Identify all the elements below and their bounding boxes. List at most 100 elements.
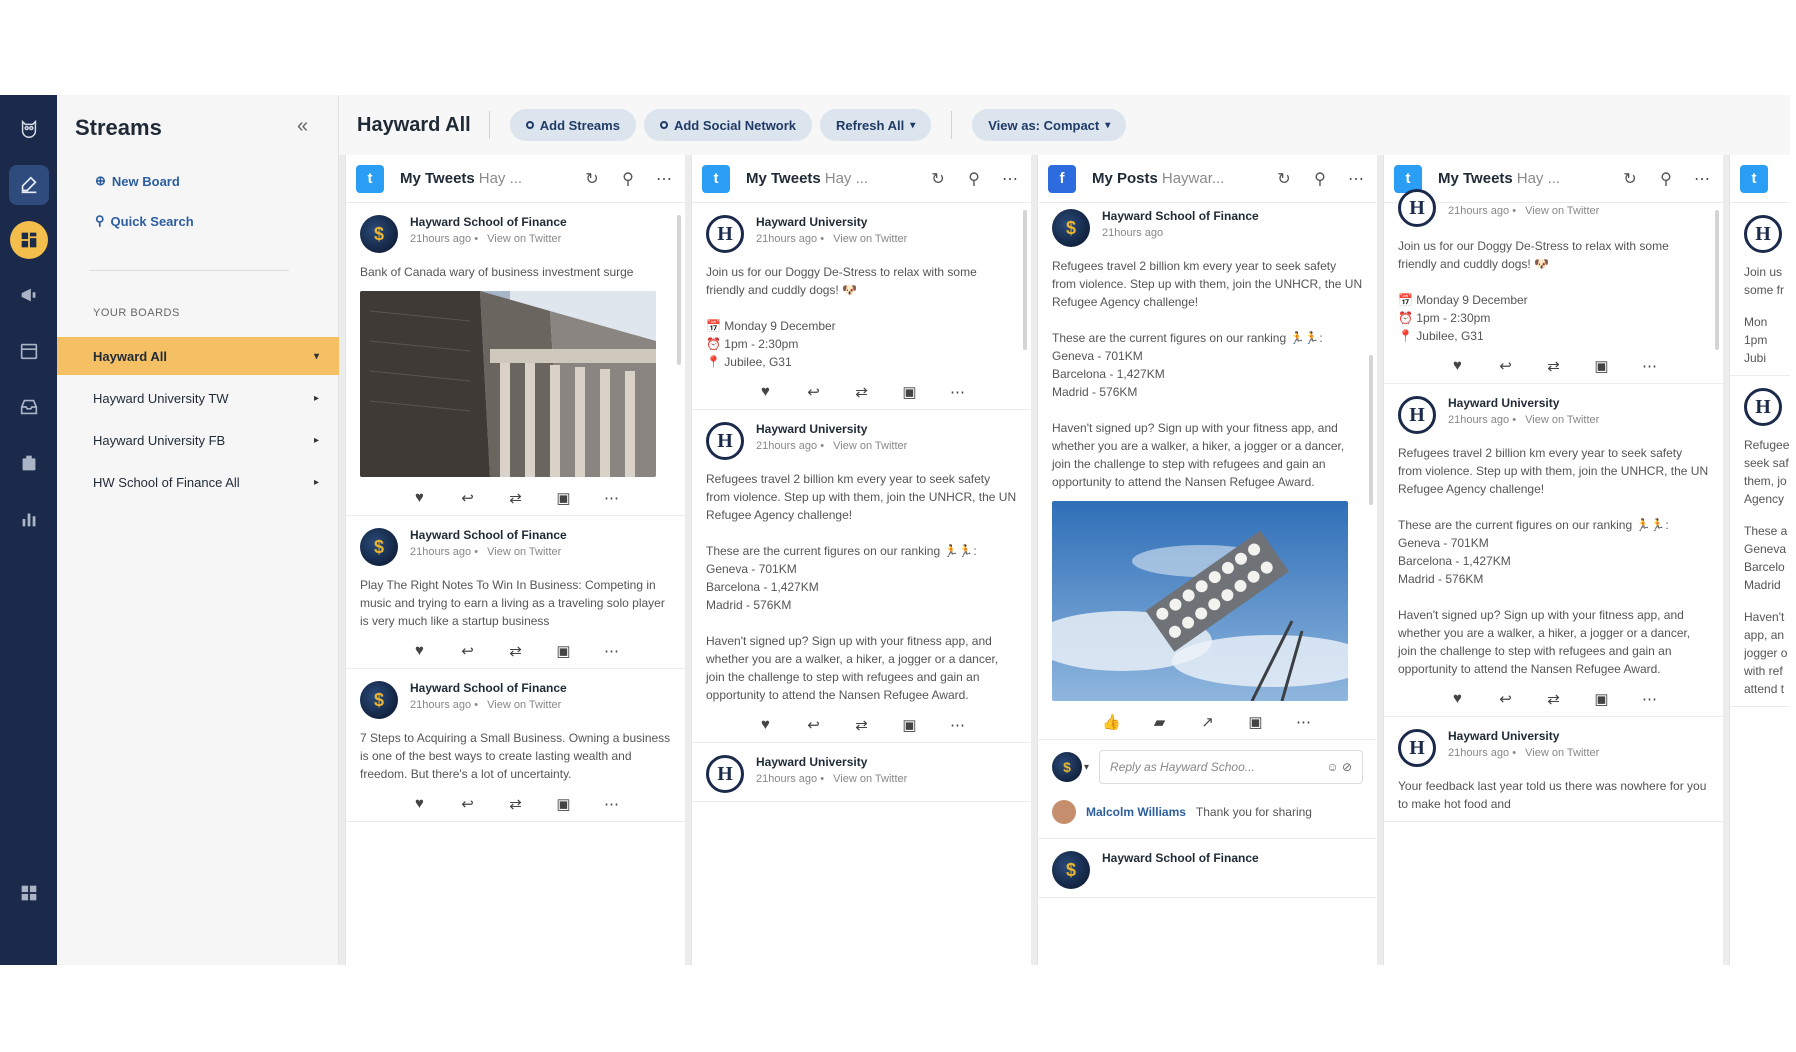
post-image[interactable] [360, 291, 656, 477]
board-caret-icon[interactable]: ▸ [314, 435, 319, 446]
retweet-icon[interactable]: ⇄ [1544, 690, 1564, 708]
assign-icon[interactable]: ▣ [1592, 690, 1612, 708]
avatar[interactable]: H [1744, 215, 1782, 253]
view-on-twitter-link[interactable]: View on Twitter [1525, 747, 1599, 759]
assignments-icon[interactable] [9, 443, 49, 483]
thumbs-up-icon[interactable]: 👍 [1102, 713, 1122, 731]
commenter-avatar[interactable] [1052, 800, 1076, 824]
more-icon[interactable]: ⋯ [602, 642, 622, 660]
search-icon[interactable]: ⚲ [617, 169, 639, 189]
owl-logo-icon[interactable] [9, 109, 49, 149]
scrollbar[interactable] [1023, 210, 1027, 350]
post-author[interactable]: Hayward School of Finance [410, 215, 567, 229]
retweet-icon[interactable]: ⇄ [1544, 357, 1564, 375]
avatar[interactable]: $ [360, 528, 398, 566]
like-icon[interactable]: ♥ [1448, 357, 1468, 375]
commenter-name[interactable]: Malcolm Williams [1086, 805, 1186, 819]
search-icon[interactable]: ⚲ [963, 169, 985, 189]
collapse-panel-button[interactable]: « [297, 115, 308, 138]
board-hayward-all[interactable]: Hayward All ▾ [57, 337, 339, 375]
view-on-twitter-link[interactable]: View on Twitter [487, 233, 561, 245]
board-hayward-university-tw[interactable]: Hayward University TW ▸ [57, 379, 339, 417]
avatar[interactable]: H [706, 215, 744, 253]
assign-icon[interactable]: ▣ [900, 716, 920, 734]
avatar[interactable]: H [1398, 396, 1436, 434]
more-icon[interactable]: ⋯ [999, 169, 1021, 189]
assign-icon[interactable]: ▣ [1592, 357, 1612, 375]
more-icon[interactable]: ⋯ [948, 383, 968, 401]
reply-input[interactable]: Reply as Hayward Schoo... ☺ ⊘ [1099, 750, 1363, 784]
more-icon[interactable]: ⋯ [1345, 169, 1367, 189]
post-author[interactable]: Hayward University [1448, 396, 1599, 410]
avatar[interactable]: H [1398, 729, 1436, 767]
more-icon[interactable]: ⋯ [1691, 169, 1713, 189]
post-image[interactable] [1052, 501, 1348, 701]
add-streams-button[interactable]: Add Streams [509, 109, 636, 141]
avatar[interactable]: $ [360, 215, 398, 253]
like-icon[interactable]: ♥ [410, 795, 430, 813]
view-as-dropdown[interactable]: View as: Compact ▾ [972, 109, 1127, 141]
search-icon[interactable]: ⚲ [1655, 169, 1677, 189]
retweet-icon[interactable]: ⇄ [506, 795, 526, 813]
inbox-icon[interactable] [9, 387, 49, 427]
view-on-twitter-link[interactable]: View on Twitter [487, 546, 561, 558]
reply-icon[interactable]: ↩ [458, 489, 478, 507]
refresh-icon[interactable]: ↻ [581, 169, 603, 189]
reply-icon[interactable]: ↩ [1496, 690, 1516, 708]
avatar[interactable]: $ [1052, 209, 1090, 247]
reply-icon[interactable]: ↩ [458, 795, 478, 813]
post-author[interactable]: Hayward School of Finance [410, 528, 567, 542]
view-on-twitter-link[interactable]: View on Twitter [1525, 205, 1599, 217]
quick-search-link[interactable]: ⚲ Quick Search [95, 213, 194, 229]
more-icon[interactable]: ⋯ [602, 489, 622, 507]
assign-icon[interactable]: ▣ [554, 642, 574, 660]
assign-icon[interactable]: ▣ [554, 489, 574, 507]
more-icon[interactable]: ⋯ [653, 169, 675, 189]
more-icon[interactable]: ⋯ [1640, 357, 1660, 375]
post-author[interactable]: Hayward University [756, 422, 907, 436]
view-on-twitter-link[interactable]: View on Twitter [487, 699, 561, 711]
compose-icon[interactable] [8, 165, 49, 205]
avatar[interactable]: H [706, 755, 744, 793]
more-icon[interactable]: ⋯ [602, 795, 622, 813]
board-caret-icon[interactable]: ▸ [314, 477, 319, 488]
retweet-icon[interactable]: ⇄ [852, 383, 872, 401]
avatar[interactable]: $ [1052, 851, 1090, 889]
scrollbar[interactable] [677, 215, 681, 365]
apps-grid-icon[interactable] [9, 873, 49, 913]
like-icon[interactable]: ♥ [410, 642, 430, 660]
assign-icon[interactable]: ▣ [1246, 713, 1266, 731]
like-icon[interactable]: ♥ [756, 383, 776, 401]
board-hayward-university-fb[interactable]: Hayward University FB ▸ [57, 421, 339, 459]
avatar[interactable]: $ [360, 681, 398, 719]
search-icon[interactable]: ⚲ [1309, 169, 1331, 189]
chevron-down-icon[interactable]: ▾ [1084, 762, 1089, 773]
board-caret-icon[interactable]: ▸ [314, 393, 319, 404]
comment-icon[interactable]: ▰ [1150, 713, 1170, 731]
board-hw-school-of-finance-all[interactable]: HW School of Finance All ▸ [57, 463, 339, 501]
like-icon[interactable]: ♥ [410, 489, 430, 507]
more-icon[interactable]: ⋯ [1640, 690, 1660, 708]
reply-icon[interactable]: ↩ [804, 716, 824, 734]
like-icon[interactable]: ♥ [1448, 690, 1468, 708]
more-icon[interactable]: ⋯ [1294, 713, 1314, 731]
retweet-icon[interactable]: ⇄ [506, 489, 526, 507]
post-author[interactable]: Hayward University [756, 755, 907, 769]
board-caret-icon[interactable]: ▾ [314, 351, 319, 362]
retweet-icon[interactable]: ⇄ [506, 642, 526, 660]
planner-icon[interactable] [9, 331, 49, 371]
retweet-icon[interactable]: ⇄ [852, 716, 872, 734]
refresh-all-button[interactable]: Refresh All ▾ [820, 109, 932, 141]
view-on-twitter-link[interactable]: View on Twitter [833, 233, 907, 245]
scrollbar[interactable] [1369, 355, 1373, 505]
assign-icon[interactable]: ▣ [554, 795, 574, 813]
avatar[interactable]: H [1744, 388, 1782, 426]
avatar[interactable]: H [706, 422, 744, 460]
refresh-icon[interactable]: ↻ [927, 169, 949, 189]
assign-icon[interactable]: ▣ [900, 383, 920, 401]
new-board-link[interactable]: ⊕ New Board [95, 173, 180, 189]
avatar[interactable]: H [1398, 189, 1436, 227]
post-author[interactable]: Hayward School of Finance [410, 681, 567, 695]
more-icon[interactable]: ⋯ [948, 716, 968, 734]
streams-icon[interactable] [9, 221, 48, 259]
